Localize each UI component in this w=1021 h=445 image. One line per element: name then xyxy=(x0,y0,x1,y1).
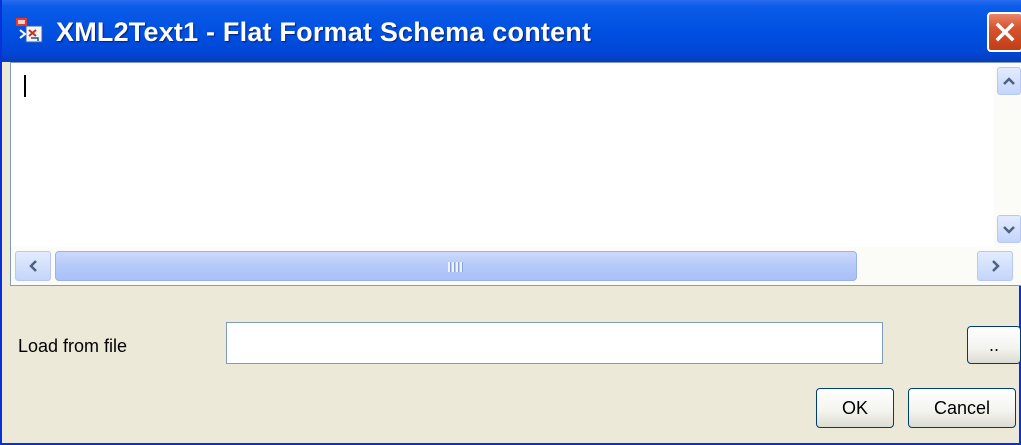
load-from-file-label: Load from file xyxy=(18,336,128,356)
schema-text-area[interactable] xyxy=(11,63,994,247)
scroll-left-button[interactable] xyxy=(15,251,51,281)
horizontal-scroll-thumb[interactable] xyxy=(55,251,857,281)
close-icon xyxy=(995,22,1015,42)
cancel-button[interactable]: Cancel xyxy=(908,388,1016,428)
browse-button[interactable]: .. xyxy=(967,326,1021,364)
scroll-down-button[interactable] xyxy=(997,215,1021,243)
dialog-window: XML2Text1 - Flat Format Schema content L… xyxy=(0,0,1021,445)
chevron-down-icon xyxy=(1003,226,1015,234)
vertical-scrollbar[interactable] xyxy=(994,63,1021,247)
chevron-right-icon xyxy=(992,260,1000,272)
title-bar[interactable]: XML2Text1 - Flat Format Schema content xyxy=(2,0,1021,62)
horizontal-scrollbar[interactable] xyxy=(11,247,1021,285)
close-button[interactable] xyxy=(987,12,1021,52)
grip-icon xyxy=(448,262,463,272)
window-title: XML2Text1 - Flat Format Schema content xyxy=(56,17,592,47)
text-caret xyxy=(24,75,26,97)
file-path-input[interactable] xyxy=(226,322,883,364)
ok-button[interactable]: OK xyxy=(816,388,894,428)
chevron-up-icon xyxy=(1003,77,1015,85)
chevron-left-icon xyxy=(29,260,37,272)
scroll-up-button[interactable] xyxy=(997,67,1021,95)
schema-editor xyxy=(10,62,1021,286)
xml2text-icon xyxy=(14,16,46,46)
scroll-right-button[interactable] xyxy=(977,251,1013,281)
